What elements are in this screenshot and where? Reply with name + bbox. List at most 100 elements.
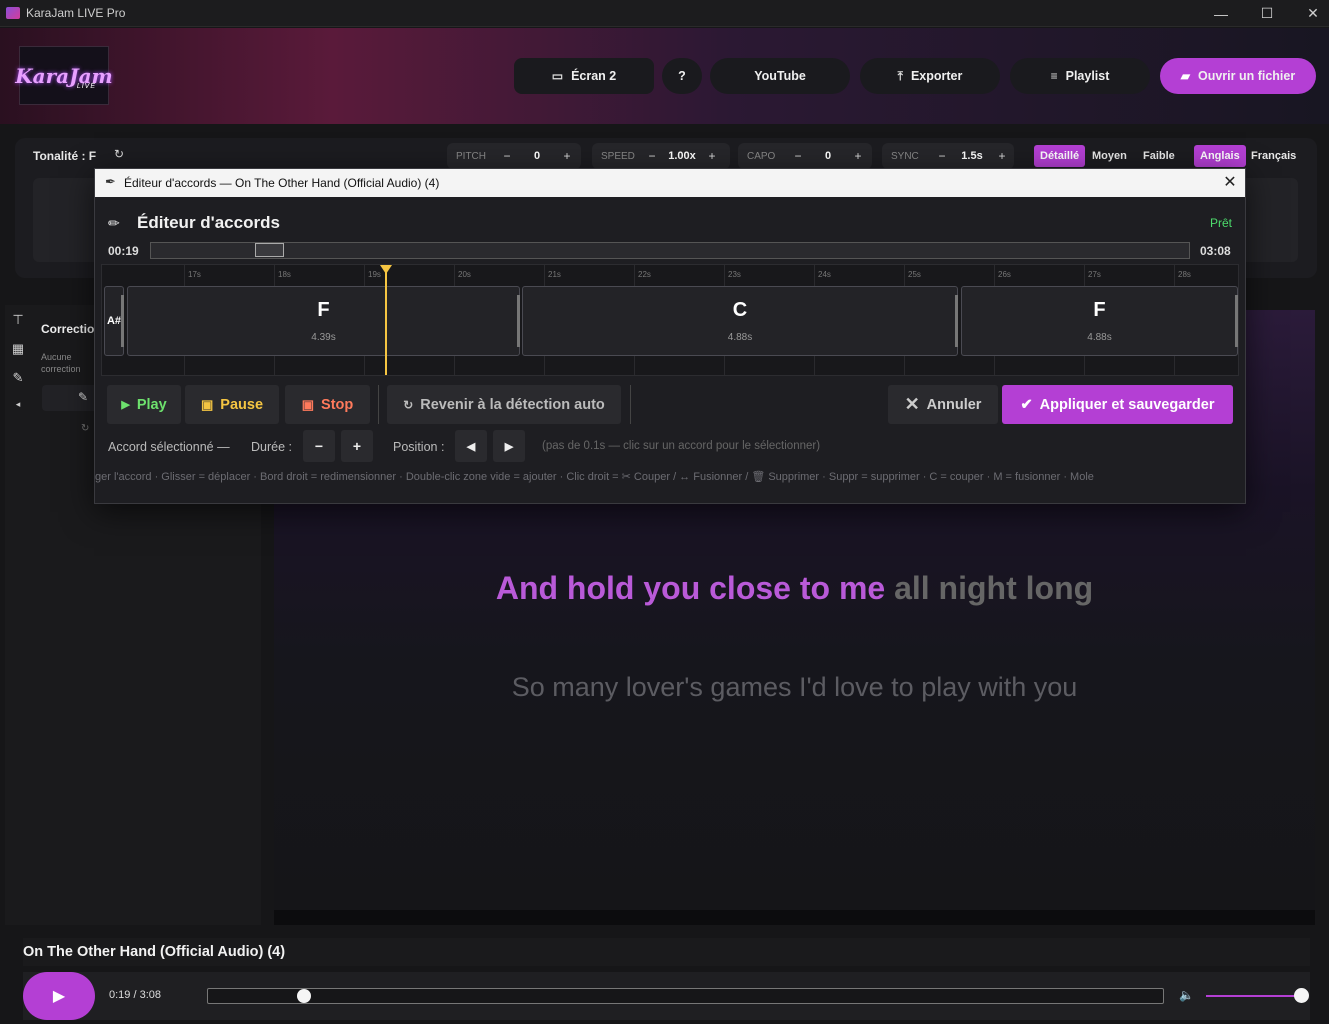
tick-label: 23s: [728, 270, 741, 279]
maximize-button[interactable]: ☐: [1244, 0, 1290, 27]
correction-row[interactable]: [42, 385, 102, 411]
app-logo: KaraJam LIVE: [15, 46, 113, 105]
chord-block[interactable]: F 4.88s: [961, 286, 1238, 356]
open-file-button[interactable]: ▰ Ouvrir un fichier: [1160, 58, 1316, 94]
export-button[interactable]: ⤒ Exporter: [860, 58, 1000, 94]
dialog-stop-button[interactable]: ▣ Stop: [285, 385, 370, 424]
pitch-minus-button[interactable]: −: [496, 149, 518, 163]
resize-handle[interactable]: [1235, 295, 1238, 347]
chord-name: F: [317, 299, 330, 321]
text-edit-icon[interactable]: ⊤: [8, 312, 28, 332]
chord-block[interactable]: A#: [104, 286, 124, 356]
document-edit-icon[interactable]: ✎: [8, 370, 28, 390]
chord-duration: 4.88s: [1087, 332, 1112, 343]
tick-label: 18s: [278, 270, 291, 279]
chord-duration: 4.88s: [727, 332, 753, 343]
help-button[interactable]: ?: [662, 58, 702, 94]
player-time: 0:19 / 3:08: [109, 989, 161, 1001]
language-english-option[interactable]: Anglais: [1194, 145, 1246, 167]
tick-label: 25s: [908, 270, 921, 279]
minimize-button[interactable]: —: [1198, 0, 1244, 27]
sync-label: SYNC: [891, 150, 919, 162]
grid-icon[interactable]: ▦: [8, 341, 28, 361]
screen2-button[interactable]: ▭ Écran 2: [514, 58, 654, 94]
language-french-option[interactable]: Français: [1245, 145, 1302, 167]
chord-block[interactable]: F 4.39s: [127, 286, 520, 356]
capo-label: CAPO: [747, 150, 776, 162]
detail-detailed-option[interactable]: Détaillé: [1034, 145, 1086, 167]
monitor-icon: ▭: [551, 69, 564, 83]
correction-title: Correction: [41, 322, 97, 336]
help-label: ?: [678, 69, 686, 83]
play-button[interactable]: ▶: [23, 972, 95, 1020]
youtube-button[interactable]: YouTube: [710, 58, 850, 94]
auto-detect-label: Revenir à la détection auto: [420, 396, 605, 413]
reset-key-icon[interactable]: ↻: [114, 147, 132, 165]
pitch-plus-button[interactable]: +: [556, 149, 578, 163]
logo-sub: LIVE: [76, 83, 96, 90]
resize-handle[interactable]: [955, 295, 958, 347]
apply-save-button[interactable]: ✔ Appliquer et sauvegarder: [1002, 385, 1233, 424]
seek-bar[interactable]: [207, 988, 1164, 1004]
speed-minus-button[interactable]: −: [641, 149, 663, 163]
collapse-icon[interactable]: ◂: [8, 399, 28, 419]
capo-plus-button[interactable]: +: [847, 149, 869, 163]
screen2-label: Écran 2: [571, 69, 617, 83]
sync-plus-button[interactable]: +: [991, 149, 1013, 163]
position-right-button[interactable]: ▶: [493, 430, 525, 462]
window-title: KaraJam LIVE Pro: [26, 6, 126, 20]
close-window-button[interactable]: ✕: [1290, 0, 1329, 27]
edit-icon: ✏: [108, 215, 120, 231]
lyric-unsung-part: all night long: [885, 570, 1094, 606]
resize-handle[interactable]: [517, 295, 520, 347]
chord-block[interactable]: C 4.88s: [522, 286, 958, 356]
play-icon: ▶: [121, 399, 130, 411]
loading-icon: ↻: [81, 423, 90, 434]
plus-label: +: [352, 438, 362, 454]
sync-minus-button[interactable]: −: [931, 149, 953, 163]
dialog-close-button[interactable]: ✕: [1220, 172, 1240, 192]
dialog-play-button[interactable]: ▶ Play: [107, 385, 181, 424]
resize-handle[interactable]: [121, 295, 124, 347]
speed-plus-button[interactable]: +: [701, 149, 723, 163]
duration-minus-button[interactable]: −: [303, 430, 335, 462]
seek-handle[interactable]: [296, 989, 311, 1003]
time-end: 03:08: [1200, 244, 1231, 258]
dialog-pause-button[interactable]: ▣ Pause: [185, 385, 279, 424]
cancel-label: Annuler: [926, 396, 982, 413]
playlist-button[interactable]: ≡ Playlist: [1010, 58, 1150, 94]
position-label: Position :: [393, 440, 445, 454]
play-label: Play: [136, 396, 167, 413]
speed-control: SPEED − 1.00x +: [592, 143, 730, 169]
detail-medium-option[interactable]: Moyen: [1086, 145, 1133, 167]
capo-minus-button[interactable]: −: [787, 149, 809, 163]
overview-window-handle[interactable]: [255, 243, 284, 257]
current-lyric-line: And hold you close to me all night long: [274, 570, 1315, 607]
position-left-button[interactable]: ◀: [455, 430, 487, 462]
stop-label: Stop: [321, 396, 354, 413]
capo-value: 0: [824, 150, 832, 162]
next-lyric-line: So many lover's games I'd love to play w…: [511, 672, 1078, 702]
volume-handle[interactable]: [1294, 988, 1309, 1003]
window-titlebar: [0, 0, 1329, 27]
playhead-marker[interactable]: [380, 265, 392, 274]
tick-label: 26s: [998, 270, 1011, 279]
duration-plus-button[interactable]: +: [341, 430, 373, 462]
pencil-icon[interactable]: ✎: [78, 390, 88, 404]
playhead[interactable]: [385, 267, 387, 375]
detail-low-option[interactable]: Faible: [1137, 145, 1181, 167]
dialog-heading: Éditeur d'accords: [137, 213, 280, 232]
speed-value: 1.00x: [668, 150, 696, 162]
time-start: 00:19: [108, 244, 139, 258]
playlist-label: Playlist: [1065, 69, 1110, 83]
overview-bar[interactable]: [150, 242, 1190, 259]
volume-icon[interactable]: 🔈: [1179, 988, 1194, 1002]
volume-slider[interactable]: [1206, 995, 1302, 997]
logo-text: KaraJam: [15, 63, 113, 88]
refresh-icon: ↻: [403, 397, 414, 412]
export-label: Exporter: [910, 69, 963, 83]
auto-detect-button[interactable]: ↻ Revenir à la détection auto: [387, 385, 621, 424]
duration-label: Durée :: [251, 440, 292, 454]
cancel-button[interactable]: ✕ Annuler: [888, 385, 998, 424]
app-icon: [6, 7, 20, 19]
